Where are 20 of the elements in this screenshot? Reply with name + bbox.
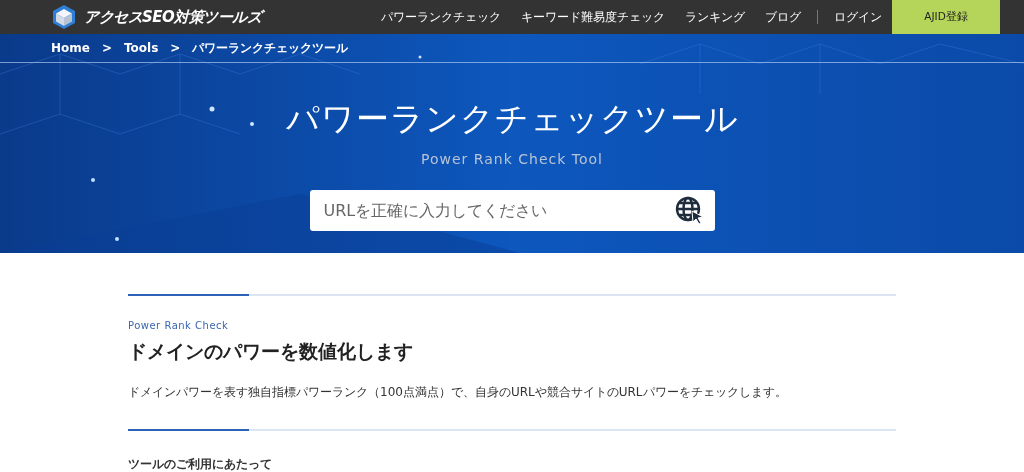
- url-search-field[interactable]: URLを正確に入力してください: [309, 190, 715, 232]
- page-title: パワーランクチェックツール: [285, 101, 739, 138]
- nav-link[interactable]: ログイン: [824, 8, 892, 26]
- page-subtitle: Power Rank Check Tool: [421, 150, 603, 170]
- globe-cursor-icon[interactable]: [674, 195, 705, 226]
- breadcrumb-current: パワーランクチェックツール: [192, 40, 349, 57]
- breadcrumb-separator: >: [170, 40, 181, 57]
- breadcrumb-link[interactable]: Tools: [124, 39, 159, 57]
- nav-link[interactable]: キーワード難易度チェック: [511, 8, 675, 26]
- logo-icon: [52, 4, 76, 30]
- breadcrumb-link[interactable]: Home: [51, 39, 90, 57]
- section-eyebrow: Power Rank Check: [128, 319, 229, 333]
- section-text: ドメインパワーを表す独自指標パワーランク（100点満点）で、自身のURLや競合サイトのURLパワーをチェックします。: [128, 383, 788, 401]
- section-heading: ドメインのパワーを数値化します: [128, 340, 414, 363]
- section-heading: ツールのご利用にあたって: [128, 455, 273, 472]
- nav-link[interactable]: ランキング: [675, 8, 755, 26]
- register-button[interactable]: AJID登録: [892, 0, 1000, 34]
- nav-link[interactable]: パワーランクチェック: [371, 8, 511, 26]
- nav-link[interactable]: ブログ: [755, 8, 811, 26]
- breadcrumb-separator: >: [101, 40, 112, 57]
